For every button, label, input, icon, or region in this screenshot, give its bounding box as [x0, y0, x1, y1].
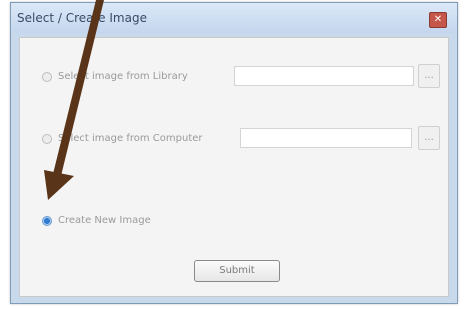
dialog-content: Select image from Library ... Select ima… [19, 37, 449, 297]
library-path-field[interactable] [234, 66, 414, 86]
option-create-new[interactable]: Create New Image [42, 214, 262, 232]
library-browse-label: ... [424, 70, 434, 81]
computer-path-field[interactable] [240, 128, 412, 148]
dialog-titlebar[interactable]: Select / Create Image ✕ [11, 3, 457, 33]
create-new-radio[interactable] [42, 216, 52, 226]
library-radio[interactable] [42, 72, 52, 82]
close-button[interactable]: ✕ [429, 12, 447, 28]
library-browse-button[interactable]: ... [418, 64, 440, 88]
create-new-option-label: Create New Image [58, 215, 151, 226]
submit-button[interactable]: Submit [194, 260, 280, 282]
close-icon: ✕ [433, 14, 443, 25]
computer-browse-button[interactable]: ... [418, 126, 440, 150]
dialog-title: Select / Create Image [17, 11, 147, 25]
library-option-label: Select image from Library [58, 71, 188, 82]
select-create-image-dialog: Select / Create Image ✕ Select image fro… [10, 2, 458, 304]
computer-option-label: Select image from Computer [58, 133, 203, 144]
computer-radio[interactable] [42, 134, 52, 144]
computer-browse-label: ... [424, 132, 434, 143]
